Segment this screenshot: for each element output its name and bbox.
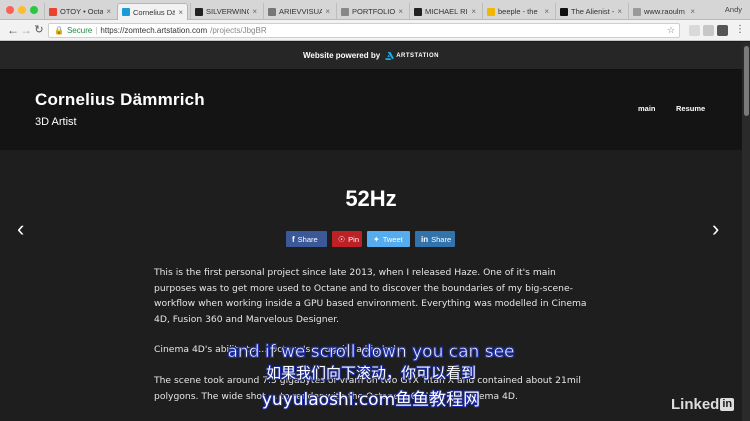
next-project-arrow-icon[interactable]: ›: [712, 218, 719, 240]
nav-link-main[interactable]: main: [638, 104, 656, 113]
tab-favicon-icon: [560, 7, 568, 16]
tab-favicon-icon: [414, 7, 422, 16]
tab-favicon-icon: [341, 7, 349, 16]
site-subtitle: 3D Artist: [35, 116, 77, 128]
site-name[interactable]: Cornelius Dämmrich: [35, 90, 205, 110]
browser-tab[interactable]: ARIEVVISUAL×: [263, 3, 334, 20]
artstation-icon: [385, 51, 395, 60]
url-separator: |: [95, 26, 98, 35]
tab-close-icon[interactable]: ×: [471, 7, 476, 16]
page-scrollbar[interactable]: [742, 42, 750, 421]
tab-label: The Alienist -: [571, 7, 615, 16]
pinterest-pin-label: Pin: [348, 234, 360, 244]
powered-by-banner[interactable]: Website powered by ARTSTATION: [0, 42, 742, 70]
extension-icon[interactable]: [703, 25, 714, 36]
browser-tab[interactable]: PORTFOLIO ×: [336, 3, 407, 20]
tab-close-icon[interactable]: ×: [325, 7, 330, 16]
linkedin-share-button[interactable]: in Share: [415, 231, 455, 247]
back-arrow-icon[interactable]: ←: [6, 23, 20, 37]
subtitle-english: and if we scroll down you can see: [227, 342, 515, 363]
tab-label: SILVERWING: [206, 7, 250, 16]
facebook-icon: f: [292, 234, 295, 244]
tab-favicon-icon: [49, 7, 57, 16]
tab-label: MICHAEL RIC: [425, 7, 469, 16]
nav-link-resume[interactable]: Resume: [676, 104, 705, 113]
tab-close-icon[interactable]: ×: [398, 7, 403, 16]
browser-tab[interactable]: The Alienist - ×: [555, 3, 626, 20]
browser-tab[interactable]: www.raoulm ×: [628, 3, 699, 20]
browser-tab[interactable]: MICHAEL RIC ×: [409, 3, 480, 20]
linkedin-logo: Linked in: [671, 396, 735, 413]
extension-icon[interactable]: [689, 25, 700, 36]
artstation-wordmark: ARTSTATION: [396, 52, 439, 59]
watermark-text: yuyulaoshi.com鱼鱼教程网: [261, 390, 481, 410]
powered-by-text: Website powered by: [303, 51, 381, 60]
twitter-tweet-button[interactable]: ✦ Tweet: [367, 231, 410, 247]
pinterest-icon: ☉: [338, 234, 346, 244]
facebook-share-label: Share: [297, 234, 318, 244]
share-buttons: f Share ☉ Pin ✦ Tweet in Share: [286, 231, 455, 247]
browser-tab[interactable]: beeple - the ×: [482, 3, 553, 20]
browser-tab[interactable]: OTOY • Octa ×: [44, 3, 115, 20]
web-page: Website powered by ARTSTATION Cornelius …: [0, 42, 750, 421]
tab-label: PORTFOLIO: [352, 7, 396, 16]
tab-favicon-icon: [195, 7, 203, 16]
bookmark-star-icon[interactable]: ☆: [667, 24, 675, 37]
tab-favicon-icon: [268, 7, 276, 16]
linkedin-share-label: Share: [431, 234, 452, 244]
tab-close-icon[interactable]: ×: [178, 8, 183, 17]
tab-close-icon[interactable]: ×: [106, 7, 111, 16]
linkedin-logo-text: Linked: [671, 396, 720, 413]
tab-close-icon[interactable]: ×: [617, 7, 622, 16]
window-minimize-button[interactable]: [18, 6, 26, 14]
reload-icon[interactable]: ↻: [32, 23, 46, 37]
browser-user-label[interactable]: Andy: [725, 5, 742, 14]
secure-label: Secure: [66, 26, 93, 35]
url-main: https://zomtech.artstation.com: [100, 26, 208, 35]
tab-label: Cornelius Dä: [133, 7, 176, 17]
facebook-share-button[interactable]: f Share: [286, 231, 327, 247]
tab-favicon-icon: [487, 7, 495, 16]
url-path: /projects/JbgBR: [210, 26, 267, 35]
subtitle-chinese: 如果我们向下滚动，你可以看到: [265, 364, 476, 382]
browser-tab[interactable]: Cornelius Dä ×: [117, 3, 188, 20]
tab-label: OTOY • Octa: [60, 7, 104, 16]
browser-tab-strip: OTOY • Octa × Cornelius Dä × SILVERWING × ARIE…: [0, 0, 750, 20]
forward-arrow-icon[interactable]: →: [19, 23, 33, 37]
tab-favicon-icon: [122, 8, 130, 16]
tab-label: beeple - the: [498, 7, 538, 16]
tab-close-icon[interactable]: ×: [544, 7, 549, 16]
project-title: 52Hz: [345, 186, 397, 211]
previous-project-arrow-icon[interactable]: ‹: [17, 218, 24, 240]
twitter-icon: ✦: [373, 234, 380, 244]
tab-favicon-icon: [633, 7, 641, 16]
pinterest-pin-button[interactable]: ☉ Pin: [332, 231, 362, 247]
scrollbar-thumb[interactable]: [744, 46, 749, 116]
tab-close-icon[interactable]: ×: [252, 7, 257, 16]
linkedin-logo-box: in: [720, 398, 735, 411]
window-close-button[interactable]: [6, 6, 14, 14]
site-header: Cornelius Dämmrich 3D Artist main Resume: [0, 70, 742, 150]
window-maximize-button[interactable]: [30, 6, 38, 14]
tab-label: ARIEVVISUAL: [279, 7, 322, 16]
lock-icon: 🔒: [54, 26, 64, 35]
twitter-tweet-label: Tweet: [382, 234, 403, 244]
address-bar[interactable]: 🔒 Secure | https://zomtech.artstation.co…: [48, 23, 680, 38]
browser-tab[interactable]: SILVERWING ×: [190, 3, 261, 20]
artstation-logo: ARTSTATION: [385, 51, 439, 60]
tab-label: www.raoulm: [644, 7, 685, 16]
extension-icon[interactable]: [717, 25, 728, 36]
linkedin-icon: in: [421, 234, 429, 244]
description-paragraph: This is the first personal project since…: [154, 267, 587, 325]
menu-icon[interactable]: ⋮: [733, 23, 747, 37]
tab-close-icon[interactable]: ×: [690, 7, 695, 16]
browser-toolbar: ← → ↻ 🔒 Secure | https://zomtech.artstat…: [0, 20, 750, 41]
